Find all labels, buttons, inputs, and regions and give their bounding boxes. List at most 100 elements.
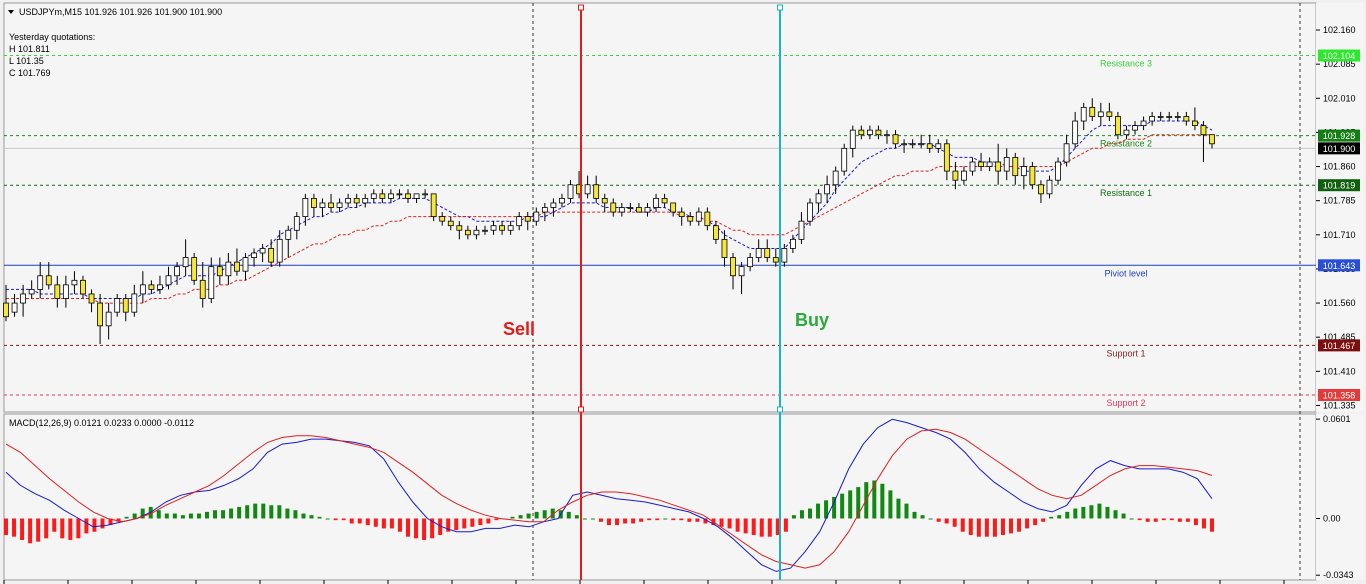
macd-histogram-bar bbox=[623, 518, 628, 524]
candle-body bbox=[319, 202, 326, 208]
candle-body bbox=[413, 193, 420, 199]
macd-histogram-bar bbox=[285, 508, 290, 519]
candle-body bbox=[3, 302, 9, 318]
macd-histogram-bar bbox=[172, 513, 177, 519]
macd-histogram-bar bbox=[92, 518, 97, 532]
candle-body bbox=[610, 202, 617, 213]
macd-histogram-bar bbox=[470, 518, 475, 527]
macd-histogram-bar bbox=[245, 505, 250, 519]
macd-histogram-bar bbox=[1033, 518, 1038, 526]
macd-histogram-bar bbox=[783, 518, 788, 532]
macd-histogram-bar bbox=[381, 518, 386, 529]
candle-body bbox=[139, 284, 146, 295]
candle-body bbox=[730, 257, 736, 277]
macd-histogram-bar bbox=[84, 518, 89, 534]
candle-body bbox=[884, 134, 890, 137]
level-label-0: Resistance 3 bbox=[1100, 59, 1152, 69]
candle-body bbox=[755, 248, 762, 258]
candle-body bbox=[20, 293, 27, 304]
sell-label: Sell bbox=[503, 319, 535, 339]
candle-body bbox=[516, 216, 523, 227]
buy-line-handle-bottom[interactable] bbox=[777, 406, 783, 413]
candle-body bbox=[54, 284, 61, 299]
macd-histogram-bar bbox=[1000, 518, 1005, 536]
macd-histogram-bar bbox=[1177, 518, 1182, 522]
macd-histogram-bar bbox=[751, 518, 756, 536]
candle-body bbox=[1209, 134, 1215, 145]
macd-axis[interactable] bbox=[1316, 414, 1364, 580]
candle-body bbox=[473, 229, 480, 236]
symbol-info: USDJPYm,M15 101.926 101.926 101.900 101.… bbox=[19, 7, 222, 17]
candle-body bbox=[1046, 179, 1053, 195]
macd-histogram-bar bbox=[389, 518, 394, 529]
level-label-2: Resistance 1 bbox=[1100, 188, 1152, 198]
macd-histogram-bar bbox=[896, 498, 901, 519]
macd-histogram-bar bbox=[229, 508, 234, 519]
macd-histogram-bar bbox=[301, 513, 306, 519]
candle-body bbox=[1106, 111, 1113, 117]
candle-body bbox=[259, 248, 266, 254]
macd-histogram-bar bbox=[615, 518, 620, 526]
macd-histogram-bar bbox=[518, 515, 523, 519]
macd-histogram-bar bbox=[20, 518, 25, 540]
level-price-tag: 101.643 bbox=[1323, 261, 1356, 271]
candle-body bbox=[995, 161, 1002, 172]
candle-body bbox=[499, 225, 505, 231]
macd-histogram-bar bbox=[52, 518, 57, 532]
macd-tick-label: 0.00 bbox=[1323, 513, 1341, 523]
macd-histogram-bar bbox=[791, 515, 796, 519]
macd-histogram-bar bbox=[221, 510, 226, 519]
price-tick-label: 101.785 bbox=[1323, 196, 1356, 206]
macd-histogram-bar bbox=[494, 518, 499, 521]
macd-histogram-bar bbox=[406, 518, 410, 537]
macd-histogram-bar bbox=[566, 511, 571, 519]
macd-pane[interactable] bbox=[3, 413, 1317, 581]
candle-body bbox=[670, 202, 677, 213]
macd-histogram-bar bbox=[373, 518, 378, 527]
macd-histogram-bar bbox=[984, 518, 989, 537]
macd-histogram-bar bbox=[12, 518, 17, 537]
candle-body bbox=[781, 248, 788, 263]
candle-body bbox=[533, 211, 540, 222]
candle-body bbox=[1166, 116, 1173, 118]
candle-body bbox=[849, 129, 856, 149]
candle-body bbox=[302, 197, 309, 218]
macd-histogram-bar bbox=[1057, 515, 1062, 519]
candle-body bbox=[943, 143, 950, 172]
yesterday-close: C 101.769 bbox=[9, 68, 51, 78]
macd-histogram-bar bbox=[912, 511, 917, 519]
candle-body bbox=[1012, 157, 1019, 177]
macd-histogram-bar bbox=[1017, 518, 1022, 532]
candle-body bbox=[567, 184, 574, 199]
sell-line-handle-bottom[interactable] bbox=[578, 406, 584, 413]
macd-histogram-bar bbox=[277, 505, 282, 519]
candle-body bbox=[1157, 116, 1164, 118]
candle-body bbox=[601, 197, 608, 204]
macd-histogram-bar bbox=[100, 518, 105, 529]
macd-histogram-bar bbox=[1097, 503, 1102, 519]
candle-body bbox=[1140, 120, 1147, 126]
macd-histogram-bar bbox=[486, 518, 491, 524]
macd-histogram-bar bbox=[205, 511, 209, 519]
macd-histogram-bar bbox=[574, 515, 579, 519]
macd-histogram-bar bbox=[631, 518, 636, 524]
macd-histogram-bar bbox=[639, 518, 644, 522]
macd-histogram-bar bbox=[132, 513, 137, 519]
level-label-4: Support 1 bbox=[1106, 348, 1145, 358]
level-price-tag: 102.104 bbox=[1323, 51, 1356, 61]
trading-chart[interactable]: Resistance 3 Resistance 2 Resistance 1 Pivi… bbox=[0, 0, 1366, 584]
candle-body bbox=[122, 298, 129, 313]
buy-line-handle-top[interactable] bbox=[777, 4, 783, 11]
macd-histogram-bar bbox=[1161, 518, 1166, 521]
macd-histogram-bar bbox=[164, 513, 169, 519]
price-tick-label: 101.410 bbox=[1323, 366, 1356, 376]
candle-body bbox=[157, 284, 163, 290]
candle-body bbox=[901, 143, 907, 146]
candle-body bbox=[370, 193, 377, 199]
price-tick-label: 101.860 bbox=[1323, 162, 1356, 172]
sell-line-handle-top[interactable] bbox=[578, 4, 584, 11]
macd-histogram-bar bbox=[976, 518, 981, 537]
macd-histogram-bar bbox=[253, 503, 258, 519]
candle-body bbox=[464, 229, 471, 236]
macd-histogram-bar bbox=[1081, 506, 1086, 519]
